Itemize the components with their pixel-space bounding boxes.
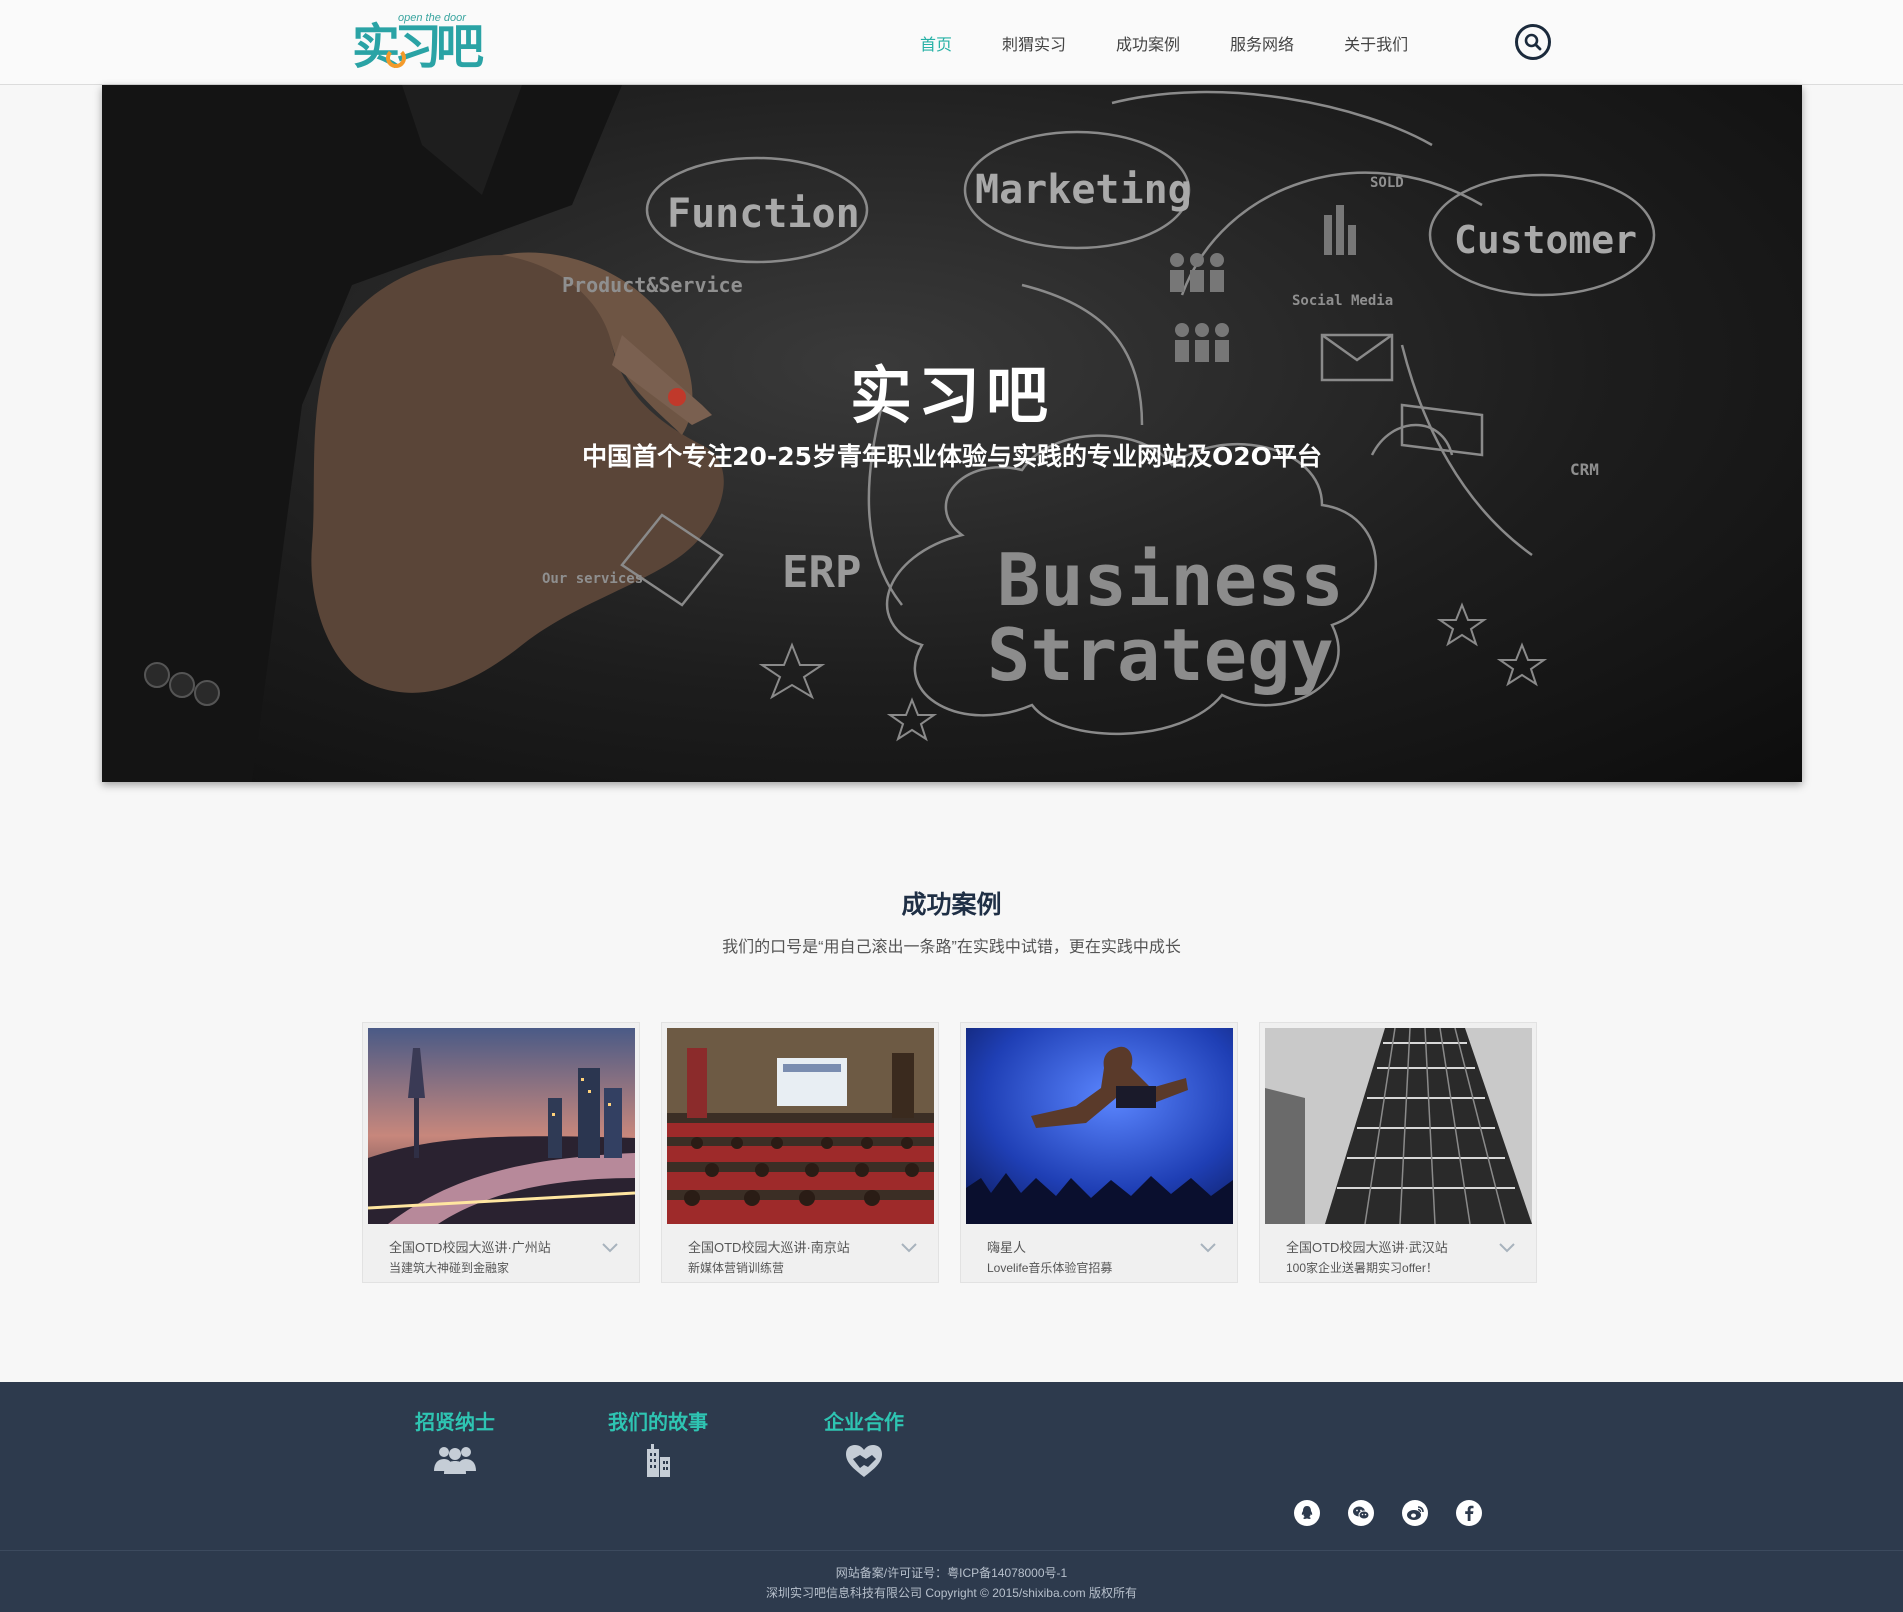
chevron-down-icon[interactable] <box>601 1241 619 1255</box>
nav-item-internship[interactable]: 刺猬实习 <box>1002 31 1066 55</box>
case-title: 全国OTD校园大巡讲·南京站 <box>688 1240 850 1255</box>
wechat-icon <box>1353 1506 1370 1520</box>
search-button[interactable] <box>1515 24 1551 60</box>
svg-text:Marketing: Marketing <box>975 167 1192 213</box>
chevron-down-icon[interactable] <box>1199 1241 1217 1255</box>
chevron-down-icon[interactable] <box>1498 1241 1516 1255</box>
site-header: open the door 实习吧 首页 刺猬实习 成功案例 服务网络 关于我们 <box>0 0 1903 85</box>
svg-text:Our services: Our services <box>542 571 643 587</box>
svg-text:Function: Function <box>667 191 860 237</box>
case-image-guangzhou <box>368 1028 635 1224</box>
social-wechat-button[interactable] <box>1348 1500 1374 1526</box>
social-facebook-button[interactable] <box>1456 1500 1482 1526</box>
hero-title: 实习吧 <box>849 359 1054 432</box>
people-icon <box>434 1447 476 1474</box>
svg-text:Social Media: Social Media <box>1292 293 1393 309</box>
social-qq-button[interactable] <box>1294 1500 1320 1526</box>
nav-item-cases[interactable]: 成功案例 <box>1116 31 1180 55</box>
weibo-icon <box>1407 1506 1424 1520</box>
case-title: 全国OTD校园大巡讲·广州站 <box>389 1240 551 1255</box>
case-card-nanjing[interactable]: 全国OTD校园大巡讲·南京站 新媒体营销训练营 <box>661 1022 939 1283</box>
case-desc: 新媒体营销训练营 <box>688 1261 785 1275</box>
footer-link-cooperation[interactable]: 企业合作 <box>819 1406 909 1479</box>
cases-section-subtitle: 我们的口号是“用自己滚出一条路”在实践中试错，更在实践中成长 <box>722 939 1181 956</box>
nav-item-about[interactable]: 关于我们 <box>1344 31 1408 55</box>
search-icon <box>1524 33 1542 51</box>
svg-text:Product&Service: Product&Service <box>562 273 743 297</box>
handshake-heart-icon <box>846 1445 882 1477</box>
footer-link-story[interactable]: 我们的故事 <box>603 1406 713 1477</box>
case-desc: 当建筑大神碰到金融家 <box>389 1261 510 1275</box>
svg-text:Customer: Customer <box>1454 218 1637 262</box>
icp-license: 网站备案/许可证号：粤ICP备14078000号-1 <box>835 1566 1068 1580</box>
svg-text:Business: Business <box>997 538 1344 622</box>
logo-text: 实习吧 <box>352 19 484 75</box>
site-footer: 招贤纳士 我们的故事 企业合作 网站备案/许可证号：粤ICP备14078000号… <box>0 1382 1903 1612</box>
svg-text:Strategy: Strategy <box>987 613 1334 697</box>
case-desc: Lovelife音乐体验官招募 <box>987 1261 1113 1275</box>
facebook-icon <box>1465 1505 1474 1521</box>
nav-item-network[interactable]: 服务网络 <box>1230 31 1294 55</box>
qq-icon <box>1301 1506 1313 1519</box>
chevron-down-icon[interactable] <box>900 1241 918 1255</box>
svg-text:ERP: ERP <box>782 547 861 598</box>
footer-col-title: 招贤纳士 <box>415 1410 495 1434</box>
case-image-concert <box>966 1028 1233 1224</box>
logo-ring-icon <box>386 48 406 68</box>
case-image-nanjing <box>667 1028 934 1224</box>
copyright: 深圳实习吧信息科技有限公司 Copyright © 2015/shixiba.c… <box>766 1586 1137 1600</box>
social-weibo-button[interactable] <box>1402 1500 1428 1526</box>
cases-section-title: 成功案例 <box>901 890 1002 919</box>
svg-text:SOLD: SOLD <box>1370 175 1404 191</box>
footer-col-title: 我们的故事 <box>608 1410 708 1434</box>
case-card-concert[interactable]: 嗨星人 Lovelife音乐体验官招募 <box>960 1022 1238 1283</box>
main-nav: 首页 刺猬实习 成功案例 服务网络 关于我们 <box>920 0 1458 85</box>
nav-item-home[interactable]: 首页 <box>920 31 952 55</box>
building-icon <box>647 1444 670 1477</box>
hero-subtitle: 中国首个专注20-25岁青年职业体验与实践的专业网站及O2O平台 <box>582 442 1322 471</box>
hero-banner: Function Marketing Customer Product&Serv… <box>102 85 1802 782</box>
footer-col-title: 企业合作 <box>824 1410 904 1434</box>
case-title: 嗨星人 <box>987 1240 1027 1255</box>
footer-link-recruitment[interactable]: 招贤纳士 <box>410 1406 500 1475</box>
footer-divider <box>0 1550 1903 1551</box>
case-image-wuhan <box>1265 1028 1532 1224</box>
case-card-wuhan[interactable]: 全国OTD校园大巡讲·武汉站 100家企业送暑期实习offer！ <box>1259 1022 1537 1283</box>
case-desc: 100家企业送暑期实习offer！ <box>1286 1261 1438 1275</box>
case-title: 全国OTD校园大巡讲·武汉站 <box>1286 1240 1448 1255</box>
site-logo[interactable]: open the door 实习吧 <box>350 10 484 76</box>
case-card-guangzhou[interactable]: 全国OTD校园大巡讲·广州站 当建筑大神碰到金融家 <box>362 1022 640 1283</box>
